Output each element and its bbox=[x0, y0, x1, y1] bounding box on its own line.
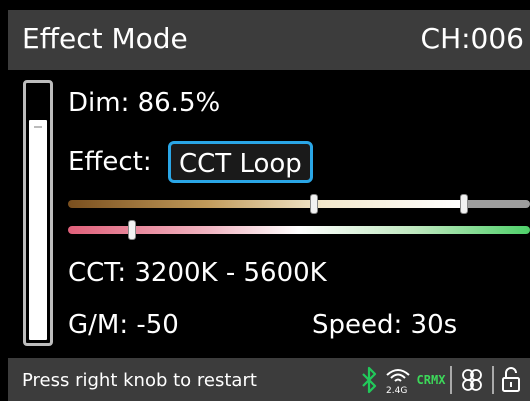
effect-label: Effect: bbox=[68, 147, 152, 177]
dim-level-marker bbox=[34, 126, 42, 129]
crmx-bottom: MX bbox=[431, 372, 446, 387]
status-icons: 2.4G CR MX bbox=[360, 364, 522, 396]
mode-title: Effect Mode bbox=[22, 22, 188, 55]
cct-max-handle[interactable] bbox=[460, 194, 468, 214]
dim-readout: Dim: 86.5% bbox=[68, 88, 221, 118]
unlock-icon bbox=[500, 366, 522, 394]
bluetooth-icon bbox=[360, 366, 378, 394]
dim-level-fill bbox=[29, 120, 47, 340]
crmx-icon: CR MX bbox=[416, 372, 446, 387]
device-screen: Effect Mode CH:006 Dim: 86.5% Effect: CC… bbox=[8, 0, 530, 401]
status-bar: Press right knob to restart 2.4G CR MX bbox=[8, 358, 530, 401]
gm-handle[interactable] bbox=[128, 220, 136, 240]
cct-readout: CCT: 3200K - 5600K bbox=[68, 258, 327, 288]
status-divider bbox=[450, 366, 452, 394]
header-bar: Effect Mode CH:006 bbox=[8, 10, 530, 70]
status-divider bbox=[492, 366, 494, 394]
crmx-top: CR bbox=[416, 372, 431, 387]
cloud-sync-icon bbox=[458, 366, 486, 394]
gm-readout: G/M: -50 bbox=[68, 310, 179, 340]
channel-indicator: CH:006 bbox=[420, 22, 524, 55]
dim-level-bar[interactable] bbox=[23, 80, 53, 346]
wireless-band-label: 2.4G bbox=[386, 386, 408, 396]
speed-readout: Speed: 30s bbox=[312, 310, 458, 340]
gm-slider[interactable] bbox=[68, 226, 530, 234]
wireless-icon: 2.4G bbox=[384, 365, 412, 396]
restart-hint: Press right knob to restart bbox=[22, 370, 257, 391]
cct-min-handle[interactable] bbox=[310, 194, 318, 214]
effect-selector[interactable]: CCT Loop bbox=[168, 141, 313, 183]
